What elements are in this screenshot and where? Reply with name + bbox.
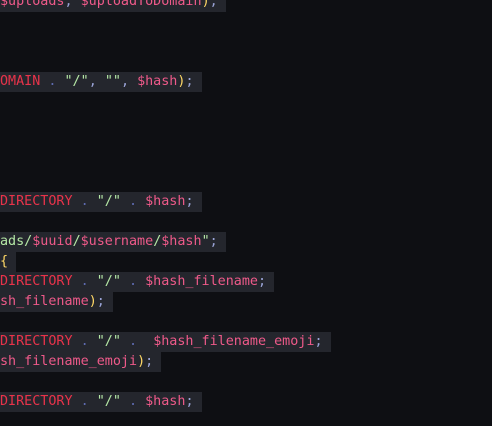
code-token-constant: DIRECTORY bbox=[0, 394, 73, 409]
code-token-punctuation: ; bbox=[314, 334, 323, 349]
code-token-variable: $hash_filename bbox=[145, 274, 258, 289]
code-line[interactable]: DIRECTORY . "/" . $hash_filename; bbox=[0, 272, 275, 292]
code-token-punctuation: , bbox=[64, 0, 81, 9]
code-token-operator: . bbox=[120, 334, 154, 349]
code-token-operator: . bbox=[72, 274, 97, 289]
code-token-variable: sh_filename bbox=[0, 294, 89, 309]
code-line[interactable]: sh_filename); bbox=[0, 292, 113, 312]
code-line[interactable]: ads/$uuid/$username/$hash"; bbox=[0, 232, 226, 252]
code-line[interactable]: DIRECTORY . "/" . $hash_filename_emoji; bbox=[0, 332, 331, 352]
code-token-punctuation: ; bbox=[185, 394, 194, 409]
code-token-punctuation: , bbox=[120, 74, 138, 89]
code-token-variable: $hash bbox=[145, 394, 186, 409]
code-line[interactable]: $uploads, $uploadToDomain); bbox=[0, 0, 226, 12]
code-token-punctuation: ; bbox=[185, 194, 194, 209]
code-line[interactable]: DIRECTORY . "/" . $hash; bbox=[0, 192, 202, 212]
code-token-operator: . bbox=[40, 74, 65, 89]
code-token-punctuation: ; bbox=[96, 294, 105, 309]
code-token-string: "/" bbox=[96, 274, 121, 289]
code-token-punctuation: ; bbox=[258, 274, 267, 289]
code-token-punctuation: ; bbox=[209, 0, 218, 9]
code-editor[interactable]: $uploads, $uploadToDomain); OMAIN . "/",… bbox=[0, 0, 492, 426]
code-token-string: "" bbox=[104, 74, 121, 89]
code-token-paren: ) bbox=[137, 354, 146, 369]
code-line[interactable]: OMAIN . "/", "", $hash); bbox=[0, 72, 202, 92]
code-token-constant: OMAIN bbox=[0, 74, 41, 89]
code-token-string: / bbox=[72, 234, 81, 249]
code-token-variable: $hash bbox=[161, 234, 202, 249]
code-token-punctuation: ; bbox=[145, 354, 154, 369]
code-token-constant: DIRECTORY bbox=[0, 194, 73, 209]
code-token-punctuation: , bbox=[88, 74, 105, 89]
code-token-string: " bbox=[201, 234, 210, 249]
code-token-punctuation: ; bbox=[209, 234, 218, 249]
code-token-variable: $username bbox=[80, 234, 154, 249]
code-token-string: "/" bbox=[96, 334, 121, 349]
code-token-variable: $hash_filename_emoji bbox=[153, 334, 315, 349]
code-token-operator: . bbox=[72, 394, 97, 409]
code-token-constant: DIRECTORY bbox=[0, 334, 73, 349]
code-token-punctuation: ; bbox=[185, 74, 194, 89]
code-token-operator: . bbox=[120, 394, 146, 409]
code-token-constant: DIRECTORY bbox=[0, 274, 73, 289]
code-token-operator: . bbox=[72, 194, 97, 209]
code-token-variable: $uuid bbox=[32, 234, 73, 249]
code-token-variable: $hash bbox=[137, 74, 178, 89]
code-token-string: "/" bbox=[96, 394, 121, 409]
code-token-variable: $uploads bbox=[0, 0, 65, 9]
code-token-paren: ) bbox=[201, 0, 210, 9]
code-token-variable: $hash bbox=[145, 194, 186, 209]
code-token-variable: sh_filename_emoji bbox=[0, 354, 138, 369]
code-token-string: "/" bbox=[96, 194, 121, 209]
code-line[interactable]: { bbox=[0, 252, 17, 272]
code-token-paren: { bbox=[0, 254, 9, 269]
code-line[interactable]: sh_filename_emoji); bbox=[0, 352, 162, 372]
code-token-string: ads/ bbox=[0, 234, 33, 249]
code-token-string: "/" bbox=[64, 74, 89, 89]
code-token-operator: . bbox=[120, 194, 146, 209]
code-token-operator: . bbox=[72, 334, 97, 349]
code-token-paren: ) bbox=[88, 294, 97, 309]
code-line[interactable]: DIRECTORY . "/" . $hash; bbox=[0, 392, 202, 412]
code-token-operator: . bbox=[120, 274, 146, 289]
code-token-variable: $uploadToDomain bbox=[80, 0, 202, 9]
